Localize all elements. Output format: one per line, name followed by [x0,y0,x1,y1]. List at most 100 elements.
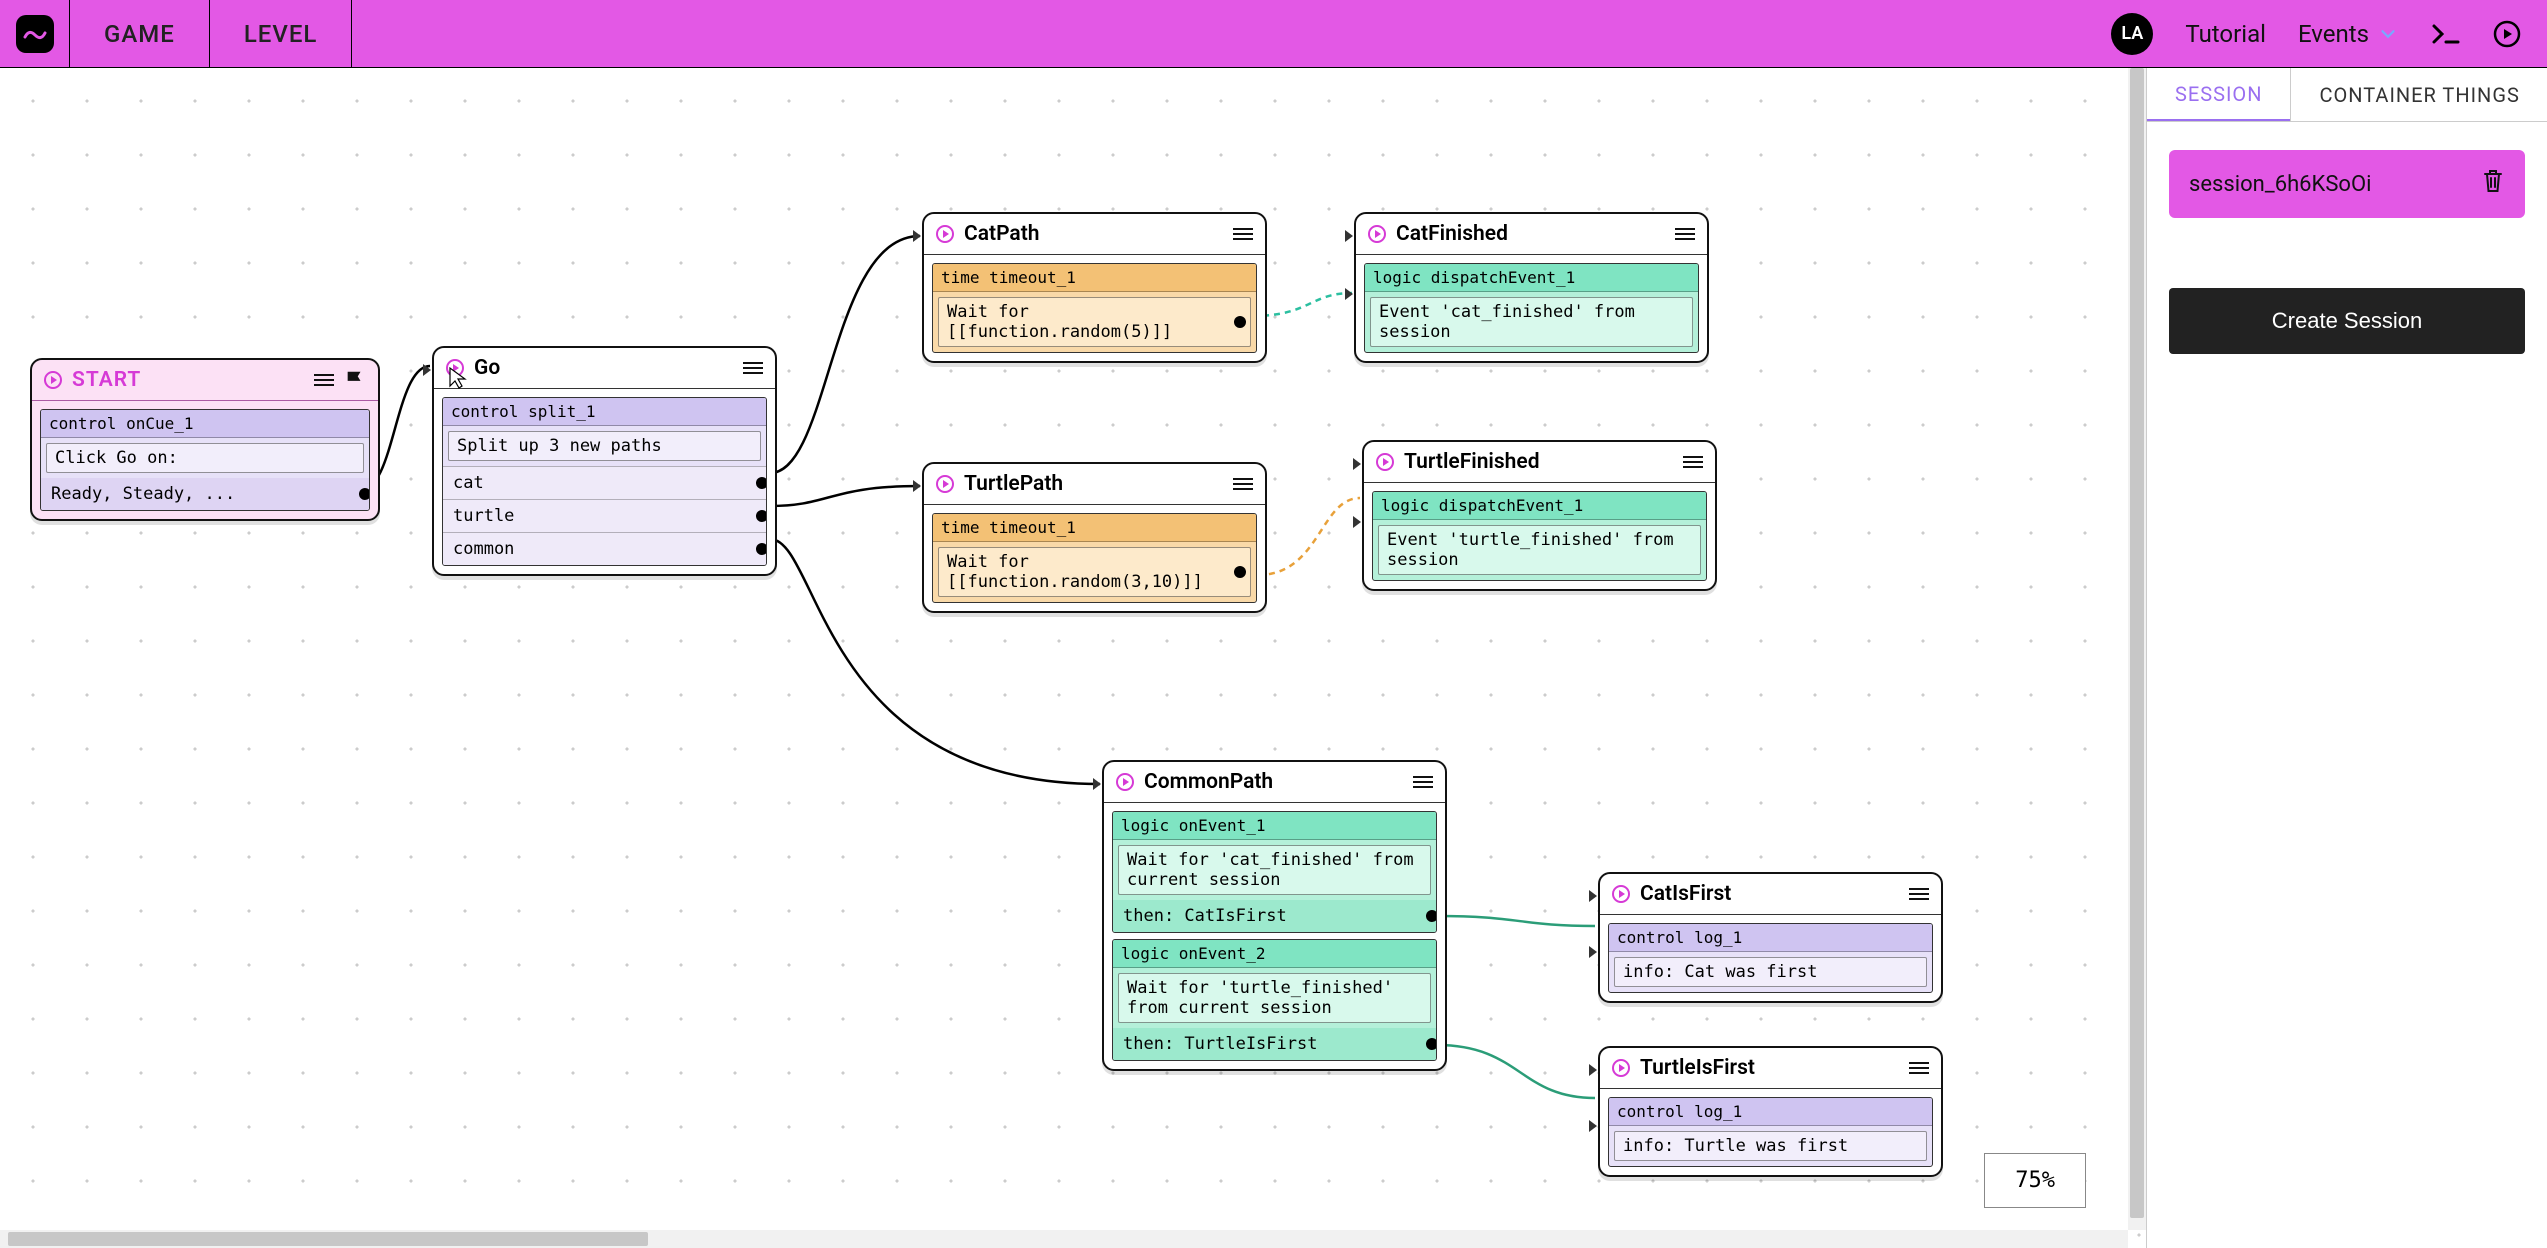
output-port[interactable] [1234,566,1246,578]
block-body: info: Turtle was first [1614,1131,1927,1161]
split-path: common [453,539,514,559]
hamburger-icon[interactable] [743,362,763,374]
nav-tutorial[interactable]: Tutorial [2185,20,2266,48]
play-icon[interactable] [1376,453,1394,471]
node-turtlepath[interactable]: TurtlePath time timeout_1 Wait for [[fun… [922,462,1267,613]
block-body: Wait for [[function.random(5)]] [947,302,1172,342]
node-start[interactable]: START control onCue_1 Click Go on: Ready… [30,358,380,521]
flag-icon[interactable] [344,369,366,391]
input-port[interactable] [1345,230,1353,242]
block-oncue[interactable]: control onCue_1 Click Go on: Ready, Stea… [40,409,370,511]
block-then: then: TurtleIsFirst [1123,1034,1317,1054]
header-tools: LA Tutorial Events [2085,0,2547,67]
block-dispatch[interactable]: logic dispatchEvent_1 Event 'turtle_fini… [1372,491,1707,581]
output-port[interactable] [1426,910,1437,922]
horizontal-scrollbar[interactable] [0,1230,2128,1248]
side-tabs: SESSION CONTAINER THINGS [2147,68,2547,122]
node-catfinished[interactable]: CatFinished logic dispatchEvent_1 Event … [1354,212,1709,363]
input-port[interactable] [913,230,921,242]
play-icon[interactable] [936,225,954,243]
play-icon[interactable] [446,359,464,377]
play-icon[interactable] [1116,773,1134,791]
block-onevent2[interactable]: logic onEvent_2 Wait for 'turtle_finishe… [1112,939,1437,1061]
canvas[interactable]: START control onCue_1 Click Go on: Ready… [0,68,2146,1248]
console-icon[interactable] [2431,22,2461,46]
block-split[interactable]: control split_1 Split up 3 new paths cat… [442,397,767,566]
play-icon[interactable] [1368,225,1386,243]
input-port[interactable] [1353,516,1361,528]
top-bar: GAME LEVEL LA Tutorial Events [0,0,2547,68]
node-title: TurtlePath [964,472,1223,496]
hamburger-icon[interactable] [1233,228,1253,240]
block-head: logic dispatchEvent_1 [1365,264,1698,292]
output-port[interactable] [1426,1038,1437,1050]
block-head: logic onEvent_2 [1113,940,1436,968]
output-port[interactable] [1234,316,1246,328]
input-port[interactable] [1353,458,1361,470]
node-title: CatPath [964,222,1223,246]
nav-level[interactable]: LEVEL [210,0,353,67]
node-title: CatFinished [1396,222,1665,246]
hamburger-icon[interactable] [1909,1062,1929,1074]
hamburger-icon[interactable] [314,374,334,386]
play-icon[interactable] [2493,20,2521,48]
play-icon[interactable] [936,475,954,493]
canvas-wrap: START control onCue_1 Click Go on: Ready… [0,68,2147,1248]
input-port[interactable] [1589,1120,1597,1132]
vertical-scrollbar[interactable] [2128,68,2146,1230]
input-port[interactable] [1345,288,1353,300]
output-port[interactable] [756,477,767,489]
avatar[interactable]: LA [2111,13,2153,55]
hamburger-icon[interactable] [1909,888,1929,900]
play-icon[interactable] [1612,1059,1630,1077]
main: START control onCue_1 Click Go on: Ready… [0,68,2547,1248]
block-head: logic onEvent_1 [1113,812,1436,840]
block-line: Click Go on: [46,443,364,473]
input-port[interactable] [913,480,921,492]
input-port[interactable] [1093,778,1101,790]
session-id: session_6h6KSoOi [2189,172,2371,197]
block-timeout[interactable]: time timeout_1 Wait for [[function.rando… [932,513,1257,603]
zoom-indicator[interactable]: 75% [1984,1153,2086,1208]
play-icon[interactable] [1612,885,1630,903]
block-line: Ready, Steady, ... [51,484,235,504]
block-log[interactable]: control log_1 info: Cat was first [1608,923,1933,993]
node-title: CommonPath [1144,770,1403,794]
block-onevent1[interactable]: logic onEvent_1 Wait for 'cat_finished' … [1112,811,1437,933]
input-port[interactable] [423,364,431,376]
nav-game[interactable]: GAME [70,0,210,67]
create-session-button[interactable]: Create Session [2169,288,2525,354]
hamburger-icon[interactable] [1413,776,1433,788]
output-port[interactable] [756,510,767,522]
hamburger-icon[interactable] [1683,456,1703,468]
nav-events[interactable]: Events [2298,20,2399,48]
hamburger-icon[interactable] [1675,228,1695,240]
input-port[interactable] [1589,946,1597,958]
block-timeout[interactable]: time timeout_1 Wait for [[function.rando… [932,263,1257,353]
tab-container-things[interactable]: CONTAINER THINGS [2290,68,2547,121]
node-turtlefinished[interactable]: TurtleFinished logic dispatchEvent_1 Eve… [1362,440,1717,591]
node-go[interactable]: Go control split_1 Split up 3 new paths … [432,346,777,576]
output-port[interactable] [756,543,767,555]
node-catpath[interactable]: CatPath time timeout_1 Wait for [[functi… [922,212,1267,363]
trash-icon[interactable] [2481,168,2505,200]
block-head: time timeout_1 [933,264,1256,292]
app-logo[interactable] [0,0,70,67]
input-port[interactable] [1589,1064,1597,1076]
block-head: control onCue_1 [41,410,369,438]
play-icon[interactable] [44,371,62,389]
node-turtleisfirst[interactable]: TurtleIsFirst control log_1 info: Turtle… [1598,1046,1943,1177]
node-catisfirst[interactable]: CatIsFirst control log_1 info: Cat was f… [1598,872,1943,1003]
nav-events-label: Events [2298,20,2369,48]
node-title: TurtleFinished [1404,450,1673,474]
block-dispatch[interactable]: logic dispatchEvent_1 Event 'cat_finishe… [1364,263,1699,353]
hamburger-icon[interactable] [1233,478,1253,490]
output-port[interactable] [359,488,370,500]
node-commonpath[interactable]: CommonPath logic onEvent_1 Wait for 'cat… [1102,760,1447,1071]
tab-session[interactable]: SESSION [2147,68,2290,121]
input-port[interactable] [1589,890,1597,902]
node-title: TurtleIsFirst [1640,1056,1899,1080]
block-log[interactable]: control log_1 info: Turtle was first [1608,1097,1933,1167]
session-chip[interactable]: session_6h6KSoOi [2169,150,2525,218]
logo-icon [16,15,54,53]
